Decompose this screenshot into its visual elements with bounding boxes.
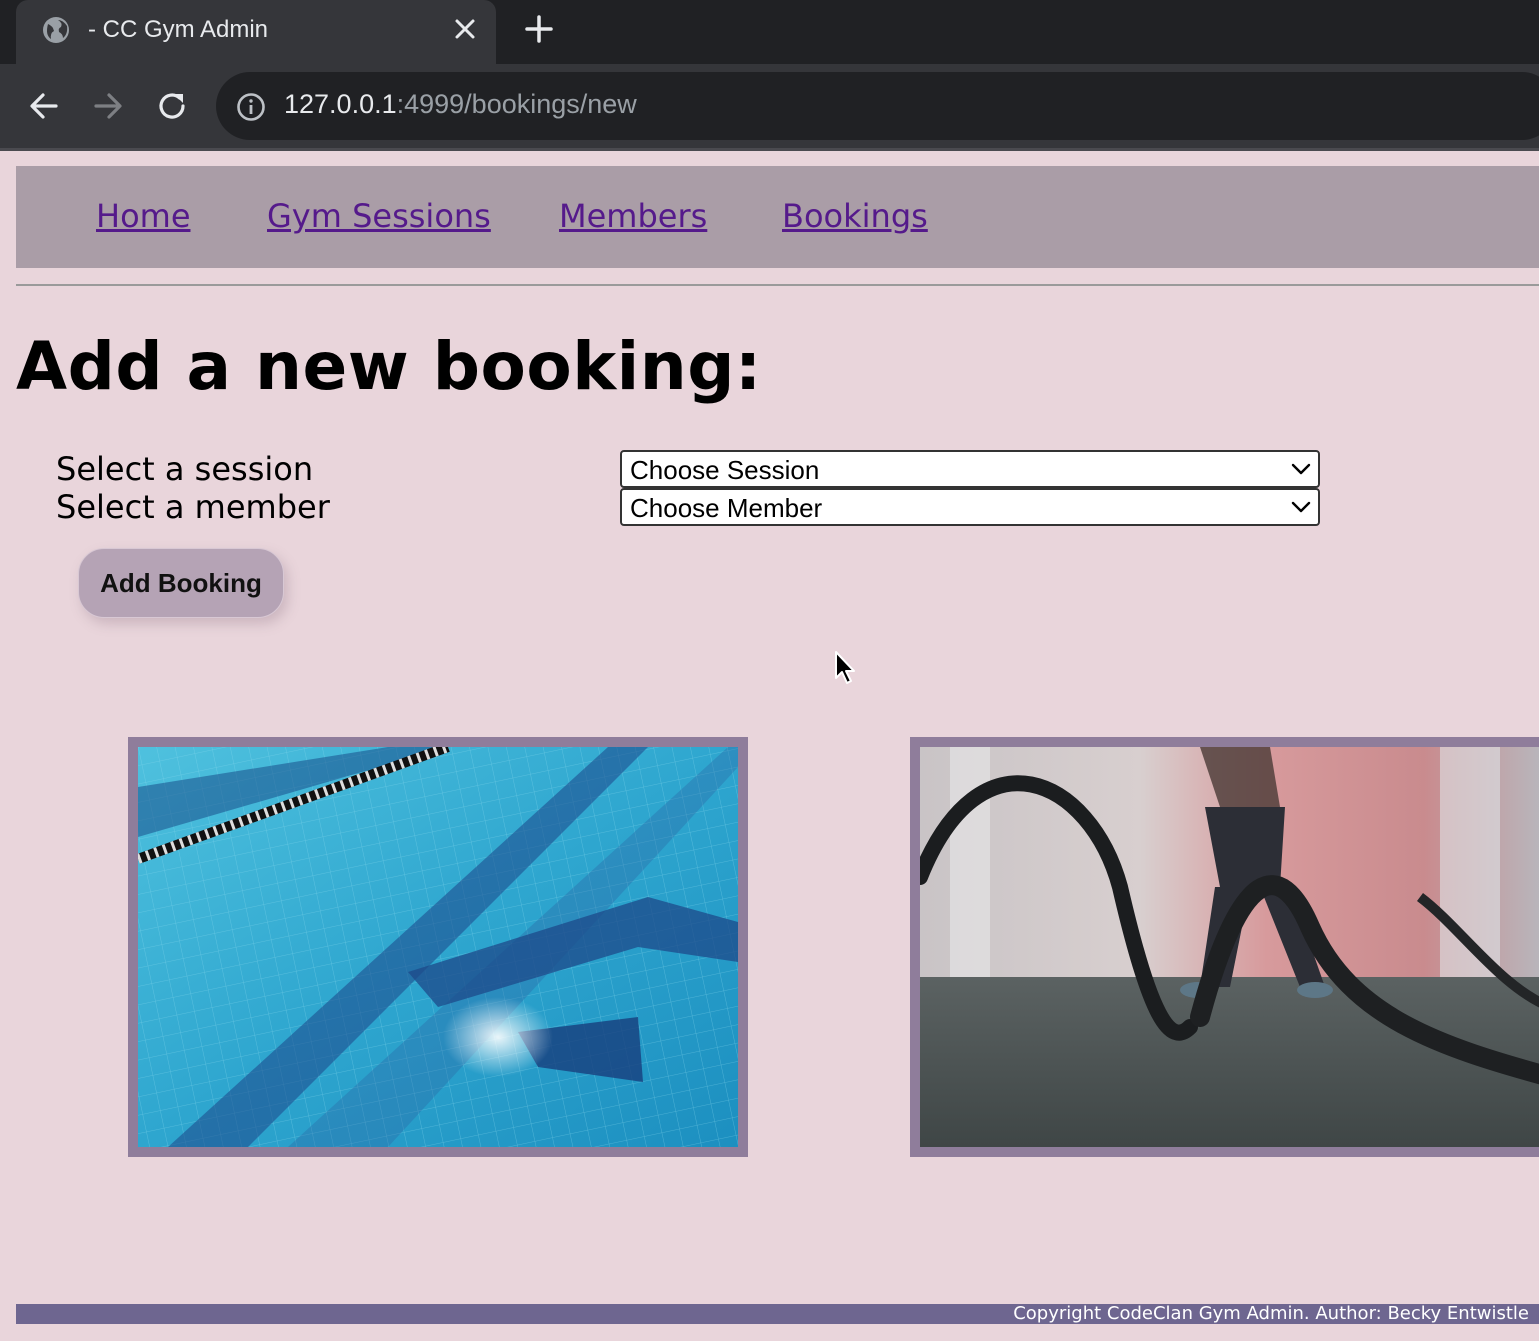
browser-tab-bar: - CC Gym Admin: [0, 0, 1539, 64]
info-icon[interactable]: [236, 92, 266, 122]
battle-ropes-image: [920, 747, 1539, 1147]
browser-toolbar: 127.0.0.1:4999/bookings/new: [0, 64, 1539, 148]
battle-ropes-photo: [910, 737, 1539, 1157]
pool-image: [138, 747, 738, 1147]
nav-link-members[interactable]: Members: [559, 197, 707, 235]
globe-icon: [43, 17, 69, 43]
chrome-divider: [0, 148, 1539, 151]
member-select-value: Choose Member: [630, 493, 823, 523]
tab-title: - CC Gym Admin: [88, 16, 269, 43]
reload-icon[interactable]: [156, 90, 188, 122]
browser-tab[interactable]: - CC Gym Admin: [16, 0, 496, 64]
address-bar[interactable]: 127.0.0.1:4999/bookings/new: [216, 72, 1539, 140]
session-label: Select a session: [56, 450, 314, 488]
session-select[interactable]: Choose Session: [620, 450, 1320, 488]
close-icon[interactable]: [454, 18, 476, 40]
url-path: :4999/bookings/new: [396, 89, 637, 119]
chevron-down-icon: [1291, 463, 1311, 475]
add-booking-button[interactable]: Add Booking: [78, 548, 284, 618]
horizontal-rule: [16, 284, 1539, 286]
nav-link-bookings[interactable]: Bookings: [782, 197, 928, 235]
member-select[interactable]: Choose Member: [620, 488, 1320, 526]
mouse-cursor-icon: [835, 651, 855, 684]
nav-link-home[interactable]: Home: [96, 197, 191, 235]
footer-copyright: Copyright CodeClan Gym Admin. Author: Be…: [1013, 1303, 1529, 1324]
add-booking-button-label: Add Booking: [100, 568, 262, 598]
site-navbar: Home Gym Sessions Members Bookings: [16, 166, 1539, 268]
chevron-down-icon: [1291, 501, 1311, 513]
pool-photo: [128, 737, 748, 1157]
session-select-value: Choose Session: [630, 455, 820, 485]
member-label: Select a member: [56, 488, 330, 526]
forward-arrow-icon[interactable]: [92, 90, 124, 122]
footer: Copyright CodeClan Gym Admin. Author: Be…: [16, 1304, 1539, 1324]
nav-link-gym-sessions[interactable]: Gym Sessions: [267, 197, 491, 235]
page-title: Add a new booking:: [16, 328, 762, 405]
url-text: 127.0.0.1:4999/bookings/new: [284, 89, 637, 120]
back-arrow-icon[interactable]: [28, 90, 60, 122]
plus-icon[interactable]: [524, 14, 554, 44]
url-host: 127.0.0.1: [284, 89, 397, 119]
